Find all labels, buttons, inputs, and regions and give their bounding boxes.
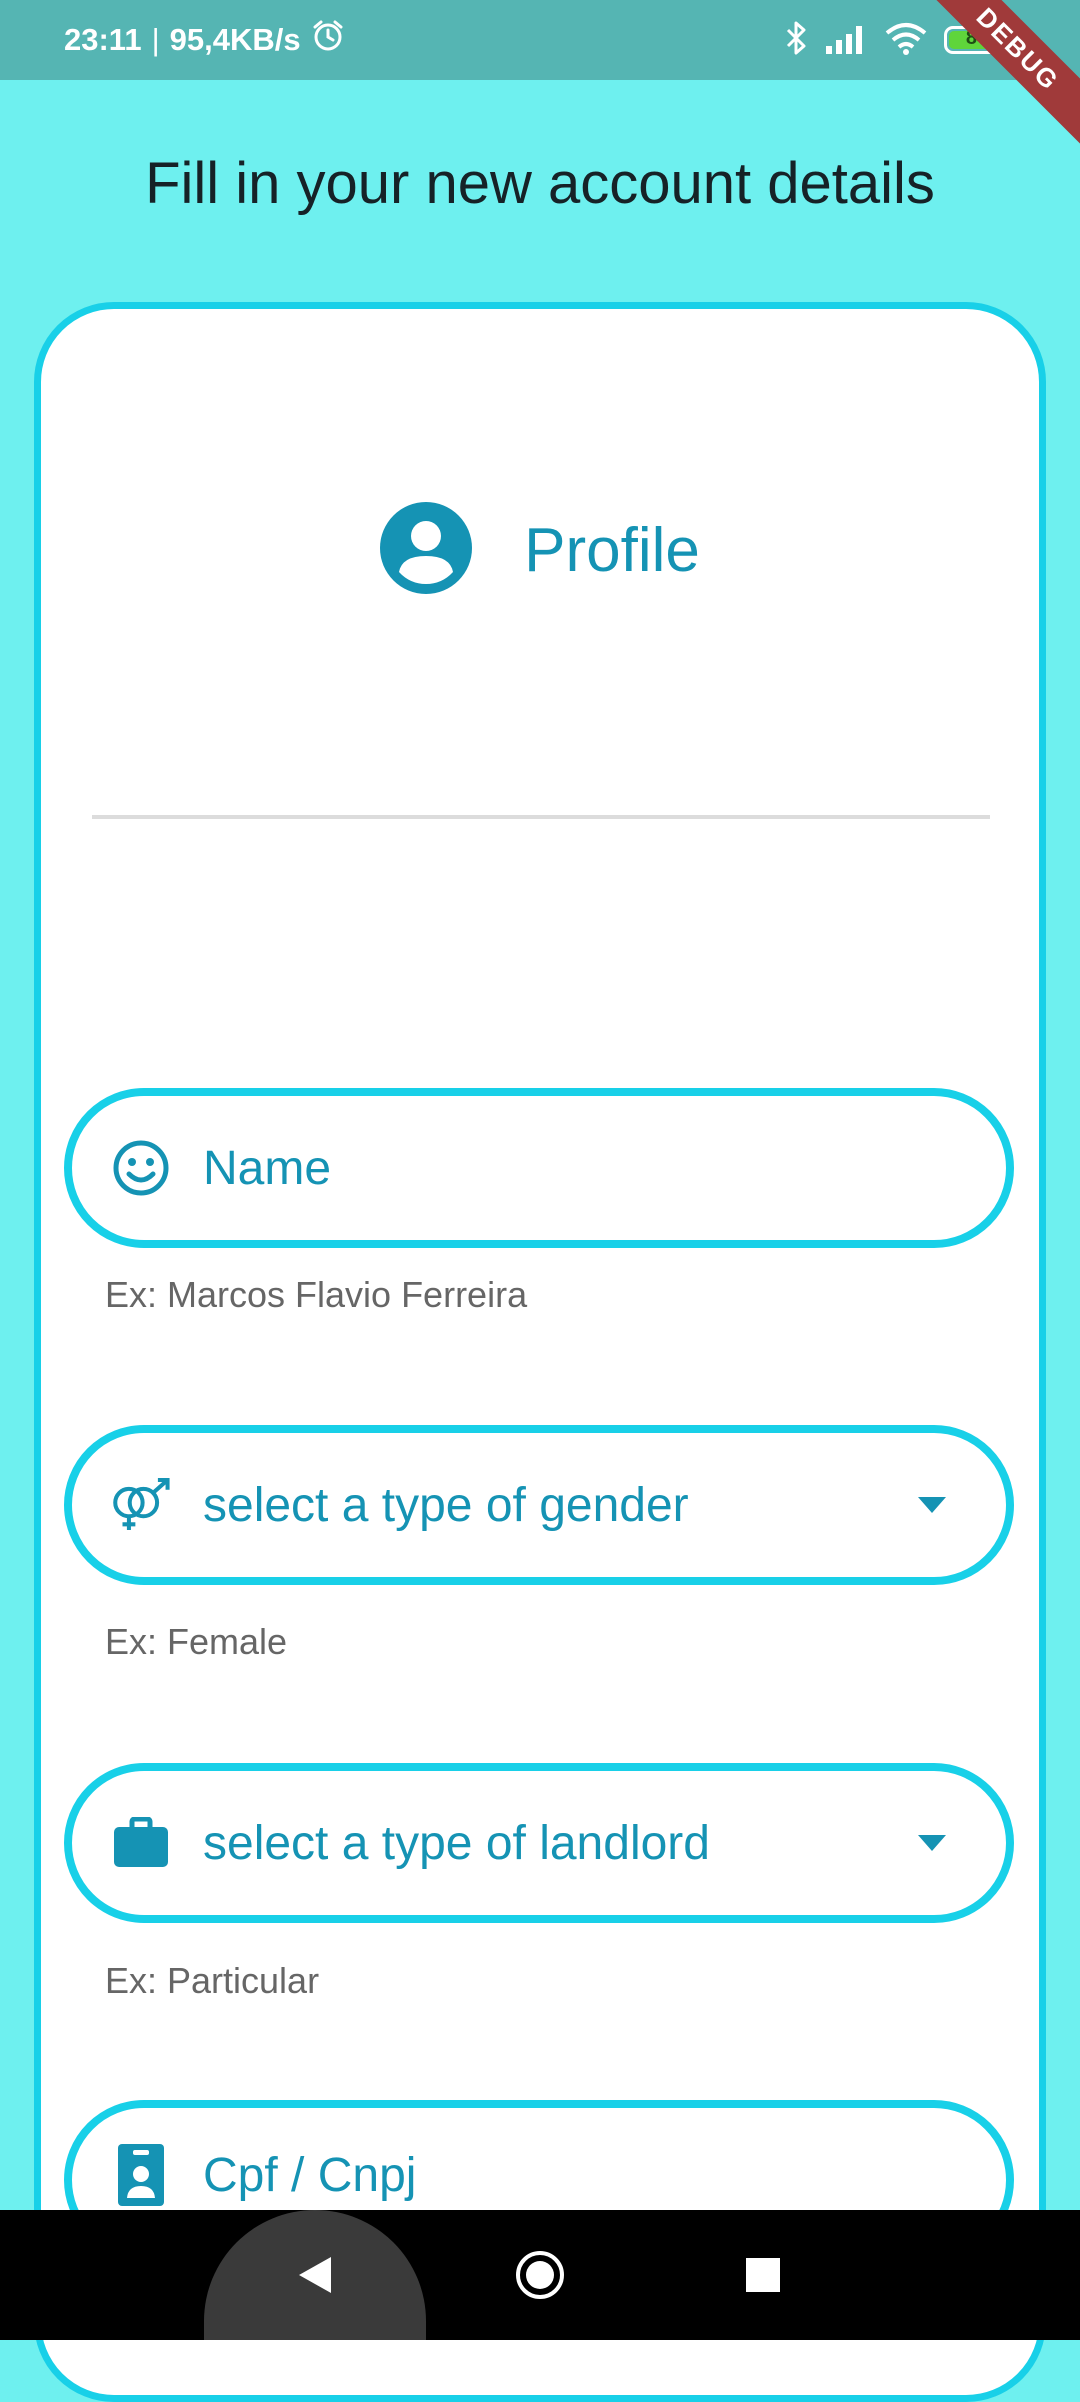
alarm-icon [311, 19, 345, 61]
status-net-speed: 95,4KB/s [169, 22, 301, 57]
gender-placeholder: select a type of gender [203, 1478, 689, 1532]
account-circle-icon [380, 501, 473, 599]
name-label: Name [203, 1141, 332, 1195]
page-title: Fill in your new account details [145, 151, 935, 216]
back-icon[interactable] [265, 2210, 365, 2340]
gender-icon [108, 1433, 174, 1577]
divider [92, 815, 990, 819]
dropdown-arrow-icon [918, 1433, 946, 1577]
navigation-bar [0, 2210, 1080, 2340]
bluetooth-icon [784, 20, 808, 61]
signal-icon [824, 22, 868, 59]
landlord-dropdown[interactable]: select a type of landlord [64, 1763, 1014, 1923]
profile-label: Profile [524, 515, 700, 585]
recents-icon[interactable] [713, 2210, 813, 2340]
landlord-helper: Ex: Particular [105, 1960, 320, 2001]
wifi-icon [884, 21, 928, 60]
profile-header: Profile [0, 500, 1080, 600]
status-separator: | [151, 22, 160, 57]
status-bar: 23:11 | 95,4KB/s DEBUG [0, 0, 1080, 151]
gender-helper: Ex: Female [105, 1621, 288, 1662]
status-left: 23:11 | 95,4KB/s [64, 0, 345, 80]
home-icon[interactable] [490, 2210, 590, 2340]
gender-dropdown[interactable]: select a type of gender [64, 1425, 1014, 1585]
dropdown-arrow-icon [918, 1771, 946, 1915]
status-time: 23:11 [64, 22, 142, 57]
smiley-icon [108, 1096, 174, 1240]
briefcase-icon [108, 1771, 174, 1915]
name-field[interactable]: Name [64, 1088, 1014, 1248]
landlord-placeholder: select a type of landlord [203, 1816, 710, 1870]
name-helper: Ex: Marcos Flavio Ferreira [105, 1274, 528, 1315]
form-card [34, 302, 1046, 2402]
